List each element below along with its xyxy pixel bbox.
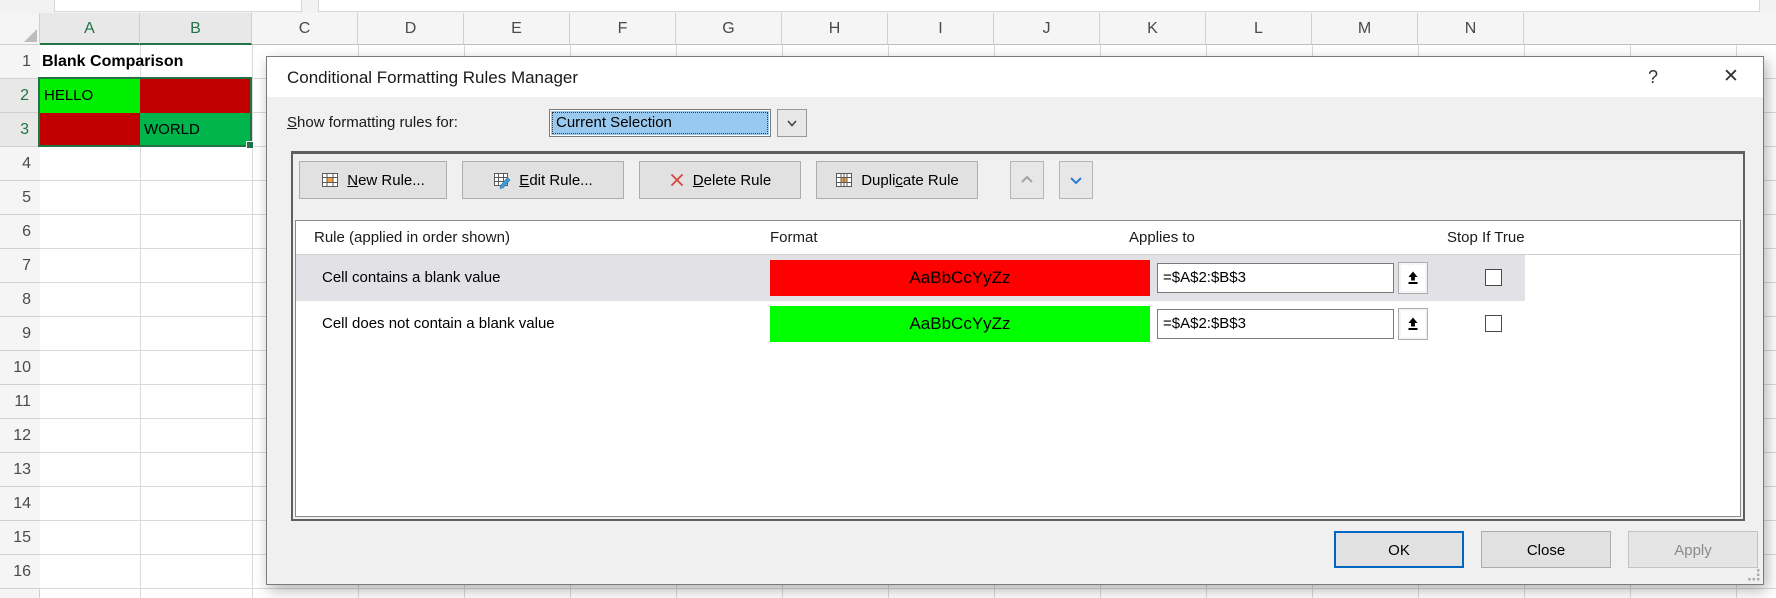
apply-button[interactable]: Apply xyxy=(1628,531,1758,568)
rules-toolbar: New Rule... Edit Rule... Delete Rule Dup… xyxy=(299,160,1093,200)
edit-rule-button[interactable]: Edit Rule... xyxy=(462,161,624,199)
row-header-10[interactable]: 10 xyxy=(0,351,40,385)
rules-list: Rule (applied in order shown) Format App… xyxy=(295,220,1741,517)
column-header-l[interactable]: L xyxy=(1206,13,1312,45)
formula-bar-strip xyxy=(0,0,1776,13)
row-header-3[interactable]: 3 xyxy=(0,113,40,147)
cell-a1[interactable]: Blank Comparison xyxy=(42,45,282,79)
format-preview: AaBbCcYyZz xyxy=(770,260,1150,296)
stop-if-true-checkbox[interactable] xyxy=(1485,269,1502,286)
table-icon xyxy=(321,171,339,189)
delete-rule-label: Delete Rule xyxy=(693,172,771,189)
resize-grip[interactable] xyxy=(1747,568,1761,582)
dialog-titlebar[interactable]: Conditional Formatting Rules Manager ? ✕ xyxy=(267,57,1763,97)
column-header-filler xyxy=(1524,13,1776,45)
duplicate-table-icon xyxy=(835,171,853,189)
move-rule-up-button[interactable] xyxy=(1010,161,1044,199)
rule-name: Cell does not contain a blank value xyxy=(322,301,555,347)
column-header-i[interactable]: I xyxy=(888,13,994,45)
chevron-down-icon xyxy=(1067,171,1085,189)
column-header-g[interactable]: G xyxy=(676,13,782,45)
new-rule-label: New Rule... xyxy=(347,172,425,189)
edit-rule-label: Edit Rule... xyxy=(519,172,592,189)
new-rule-button[interactable]: New Rule... xyxy=(299,161,447,199)
row-header-14[interactable]: 14 xyxy=(0,487,40,521)
row-header-5[interactable]: 5 xyxy=(0,181,40,215)
row-header-1[interactable]: 1 xyxy=(0,45,40,79)
row-header-4[interactable]: 4 xyxy=(0,147,40,181)
column-header-n[interactable]: N xyxy=(1418,13,1524,45)
dialog-title: Conditional Formatting Rules Manager xyxy=(287,57,578,97)
duplicate-rule-label: Duplicate Rule xyxy=(861,172,959,189)
column-header-m[interactable]: M xyxy=(1312,13,1418,45)
move-rule-down-button[interactable] xyxy=(1059,161,1093,199)
row-header-12[interactable]: 12 xyxy=(0,419,40,453)
edit-table-icon xyxy=(493,171,511,189)
applies-to-input[interactable]: =$A$2:$B$3 xyxy=(1157,263,1394,293)
chevron-up-icon xyxy=(1018,171,1036,189)
range-picker-button[interactable] xyxy=(1398,262,1428,294)
column-header-k[interactable]: K xyxy=(1100,13,1206,45)
applies-to-input[interactable]: =$A$2:$B$3 xyxy=(1157,309,1394,339)
cell-b2[interactable] xyxy=(140,79,252,113)
list-header-format: Format xyxy=(770,221,818,254)
stop-if-true-checkbox[interactable] xyxy=(1485,315,1502,332)
column-header-h[interactable]: H xyxy=(782,13,888,45)
select-all-corner[interactable] xyxy=(0,13,40,45)
row-header-8[interactable]: 8 xyxy=(0,283,40,317)
collapse-dialog-icon xyxy=(1401,265,1425,291)
row-header-6[interactable]: 6 xyxy=(0,215,40,249)
column-header-j[interactable]: J xyxy=(994,13,1100,45)
column-header-a[interactable]: A xyxy=(40,13,140,45)
list-header-applies-to: Applies to xyxy=(1129,221,1195,254)
name-box-edge xyxy=(54,0,302,12)
help-icon[interactable]: ? xyxy=(1635,57,1671,97)
rule-name: Cell contains a blank value xyxy=(322,255,500,301)
chevron-down-icon xyxy=(784,115,800,131)
delete-rule-button[interactable]: Delete Rule xyxy=(639,161,801,199)
formula-bar-edge xyxy=(318,0,1760,12)
dropdown-chevron-button[interactable] xyxy=(777,109,807,137)
range-picker-button[interactable] xyxy=(1398,308,1428,340)
column-header-b[interactable]: B xyxy=(140,13,252,45)
excel-window: A B C D E F G H I J K L M N 1 2 3 4 5 6 … xyxy=(0,0,1776,598)
row-header-16[interactable]: 16 xyxy=(0,555,40,589)
column-header-c[interactable]: C xyxy=(252,13,358,45)
list-header-stop-if-true: Stop If True xyxy=(1447,221,1525,254)
delete-x-icon xyxy=(669,172,685,188)
row-header-15[interactable]: 15 xyxy=(0,521,40,555)
duplicate-rule-button[interactable]: Duplicate Rule xyxy=(816,161,978,199)
row-header-2[interactable]: 2 xyxy=(0,79,40,113)
conditional-formatting-rules-manager-dialog: Conditional Formatting Rules Manager ? ✕… xyxy=(266,56,1764,585)
row-header-9[interactable]: 9 xyxy=(0,317,40,351)
cell-a3[interactable] xyxy=(40,113,140,147)
rule-row-2[interactable]: Cell does not contain a blank value AaBb… xyxy=(296,301,1740,347)
row-header-11[interactable]: 11 xyxy=(0,385,40,419)
rules-group: New Rule... Edit Rule... Delete Rule Dup… xyxy=(291,151,1745,521)
show-rules-dropdown[interactable]: Current Selection xyxy=(549,109,771,137)
column-header-d[interactable]: D xyxy=(358,13,464,45)
dropdown-selected-value: Current Selection xyxy=(551,111,769,135)
row-header-13[interactable]: 13 xyxy=(0,453,40,487)
column-header-e[interactable]: E xyxy=(464,13,570,45)
collapse-dialog-icon xyxy=(1401,311,1425,337)
close-icon[interactable]: ✕ xyxy=(1713,57,1749,97)
row-header-7[interactable]: 7 xyxy=(0,249,40,283)
close-button[interactable]: Close xyxy=(1481,531,1611,568)
show-rules-label: Show formatting rules for: xyxy=(287,109,458,137)
list-header-rule: Rule (applied in order shown) xyxy=(314,221,510,254)
column-header-f[interactable]: F xyxy=(570,13,676,45)
cell-b3[interactable]: WORLD xyxy=(140,113,252,147)
cell-a2[interactable]: HELLO xyxy=(40,79,140,113)
rule-row-1[interactable]: Cell contains a blank value AaBbCcYyZz =… xyxy=(296,255,1740,301)
fill-handle[interactable] xyxy=(246,141,254,149)
ok-button[interactable]: OK xyxy=(1334,531,1464,568)
format-preview: AaBbCcYyZz xyxy=(770,306,1150,342)
select-all-triangle xyxy=(24,29,37,42)
